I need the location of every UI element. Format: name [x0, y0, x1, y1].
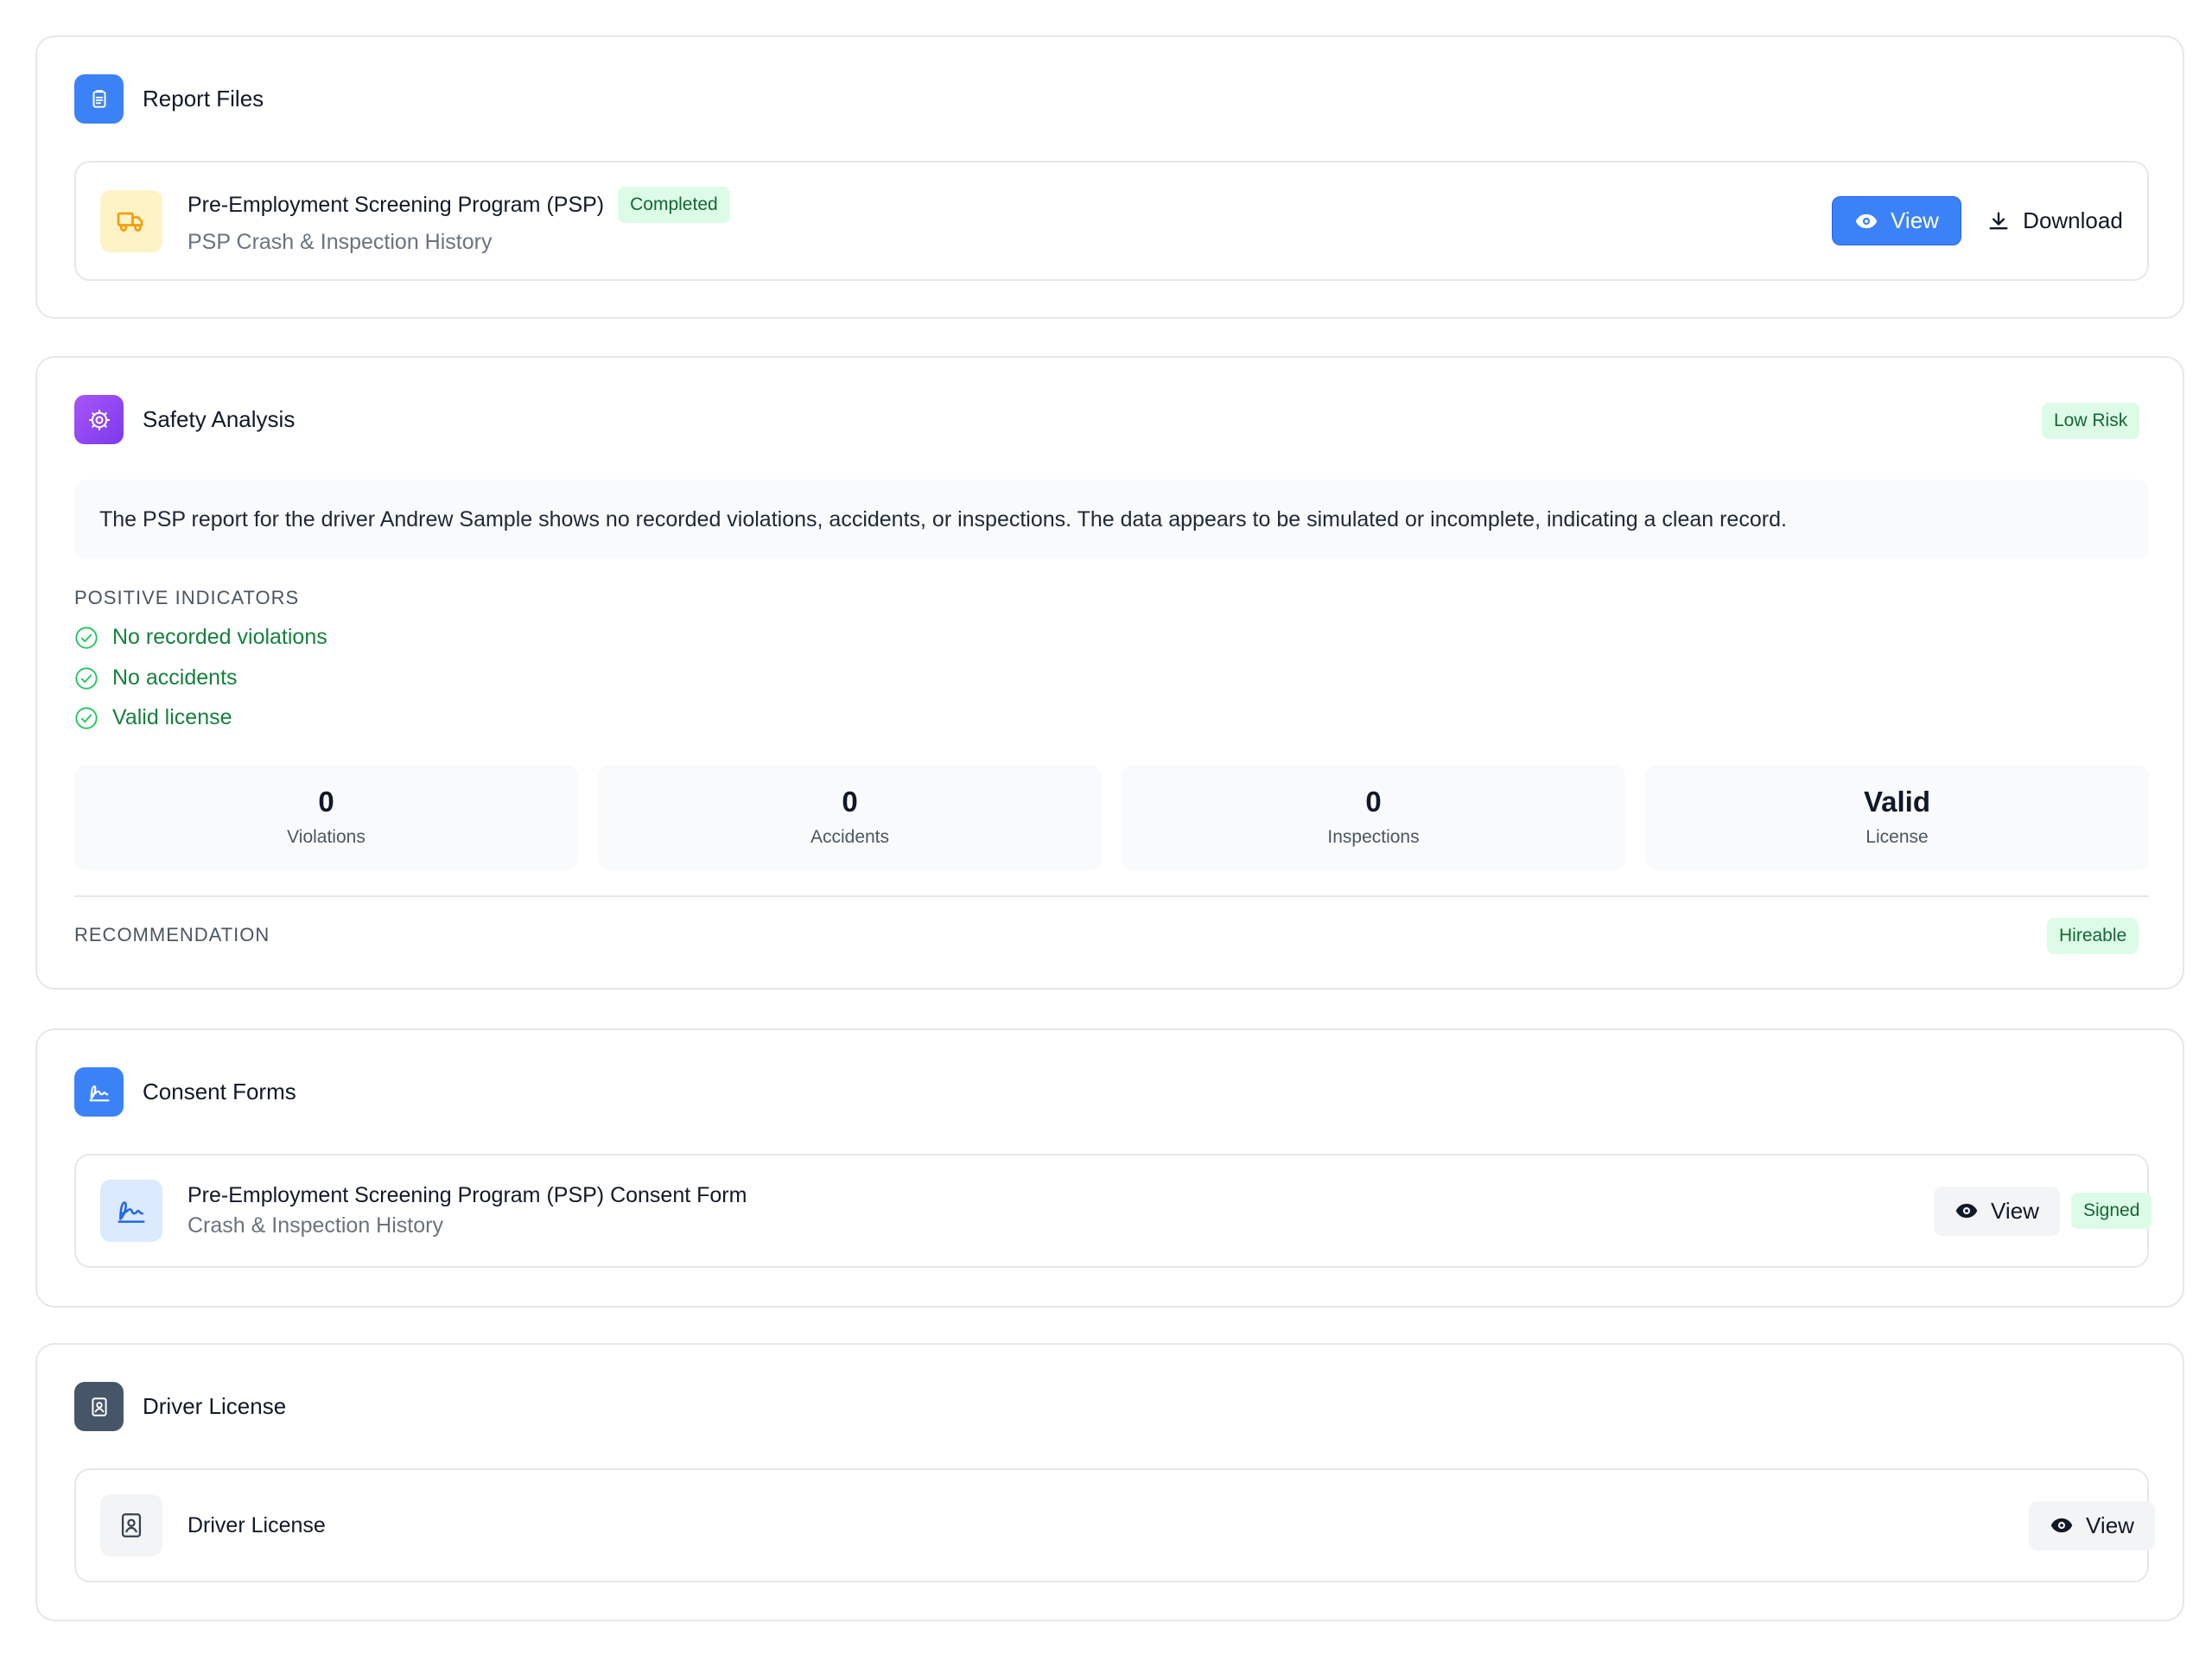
check-circle-icon: [75, 666, 98, 690]
check-circle-icon: [75, 706, 98, 729]
driver-license-file-title: Driver License: [188, 1512, 326, 1537]
divider: [74, 895, 2149, 897]
consent-form-item: Pre-Employment Screening Program (PSP) C…: [74, 1154, 2152, 1268]
stat-value: Valid: [1863, 786, 1931, 818]
stat-label: Inspections: [1327, 827, 1420, 847]
page: Report Files Pre-Employment Screening Pr…: [0, 0, 2212, 1655]
report-files-header: Report Files: [74, 74, 264, 124]
document-icon: [74, 74, 124, 124]
view-button[interactable]: View: [1832, 196, 1961, 245]
indicator-item: No recorded violations: [74, 625, 327, 650]
stat-label: Violations: [287, 827, 365, 847]
stat-value: 0: [318, 786, 334, 818]
driver-license-text: Driver License: [188, 1513, 326, 1538]
cog-icon: [74, 395, 124, 444]
signature-icon: [74, 1067, 124, 1117]
psp-report-title: Pre-Employment Screening Program (PSP): [188, 192, 605, 217]
consent-form-text: Pre-Employment Screening Program (PSP) C…: [188, 1183, 747, 1238]
driver-license-header: Driver License: [74, 1382, 286, 1431]
truck-icon: [100, 189, 162, 252]
check-circle-icon: [75, 626, 98, 649]
report-files-card: Report Files Pre-Employment Screening Pr…: [35, 35, 2184, 319]
download-icon: [1989, 212, 2008, 229]
id-badge-icon: [100, 1494, 162, 1556]
signed-badge: Signed: [2071, 1193, 2152, 1229]
stat-violations: 0 Violations: [74, 765, 578, 870]
stat-value: 0: [842, 786, 858, 818]
positive-indicators-label: POSITIVE INDICATORS: [74, 587, 300, 608]
id-badge-icon: [74, 1382, 124, 1431]
eye-icon: [1955, 1203, 1978, 1219]
indicator-item: Valid license: [74, 705, 232, 730]
consent-forms-header: Consent Forms: [74, 1067, 296, 1117]
stat-label: Accidents: [810, 827, 890, 847]
stat-label: License: [1866, 827, 1929, 847]
stat-inspections: 0 Inspections: [1122, 765, 1625, 870]
eye-icon: [2050, 1518, 2073, 1533]
indicator-text: Valid license: [112, 705, 232, 729]
view-button-label: View: [1991, 1197, 2039, 1224]
driver-license-card: Driver License Driver License View: [35, 1343, 2184, 1621]
psp-report-subtitle: PSP Crash & Inspection History: [188, 230, 493, 254]
consent-forms-card: Consent Forms Pre-Employment Screening P…: [35, 1028, 2184, 1308]
stat-value: 0: [1365, 786, 1382, 818]
eye-icon: [1855, 213, 1878, 228]
driver-license-title: Driver License: [143, 1393, 287, 1419]
view-button[interactable]: View: [2029, 1500, 2155, 1550]
indicator-text: No recorded violations: [112, 625, 327, 649]
psp-report-item: Pre-Employment Screening Program (PSP) C…: [74, 161, 2149, 281]
driver-license-item: Driver License View: [74, 1468, 2155, 1582]
view-button-label: View: [1891, 207, 1939, 233]
analysis-summary: The PSP report for the driver Andrew Sam…: [74, 480, 2149, 559]
consent-form-subtitle: Crash & Inspection History: [188, 1213, 443, 1238]
psp-report-text: Pre-Employment Screening Program (PSP) C…: [188, 187, 730, 255]
safety-analysis-header: Safety Analysis: [74, 395, 295, 444]
download-button[interactable]: Download: [1977, 196, 2133, 245]
safety-analysis-card: Safety Analysis Low Risk The PSP report …: [35, 356, 2184, 990]
consent-form-title: Pre-Employment Screening Program (PSP) C…: [188, 1183, 747, 1207]
view-button-label: View: [2086, 1512, 2134, 1538]
safety-analysis-title: Safety Analysis: [143, 406, 296, 432]
consent-forms-title: Consent Forms: [143, 1079, 296, 1104]
recommendation-label: RECOMMENDATION: [74, 924, 270, 945]
signature-icon: [100, 1180, 162, 1242]
stat-license: Valid License: [1645, 765, 2149, 870]
risk-badge: Low Risk: [2042, 403, 2140, 439]
status-badge: Completed: [618, 187, 730, 223]
report-files-title: Report Files: [143, 86, 264, 111]
view-button[interactable]: View: [1934, 1186, 2060, 1236]
recommendation-badge: Hireable: [2047, 918, 2139, 954]
indicator-item: No accidents: [74, 665, 238, 691]
stat-accidents: 0 Accidents: [598, 765, 1102, 870]
download-button-label: Download: [2023, 207, 2123, 233]
indicator-text: No accidents: [112, 665, 238, 690]
